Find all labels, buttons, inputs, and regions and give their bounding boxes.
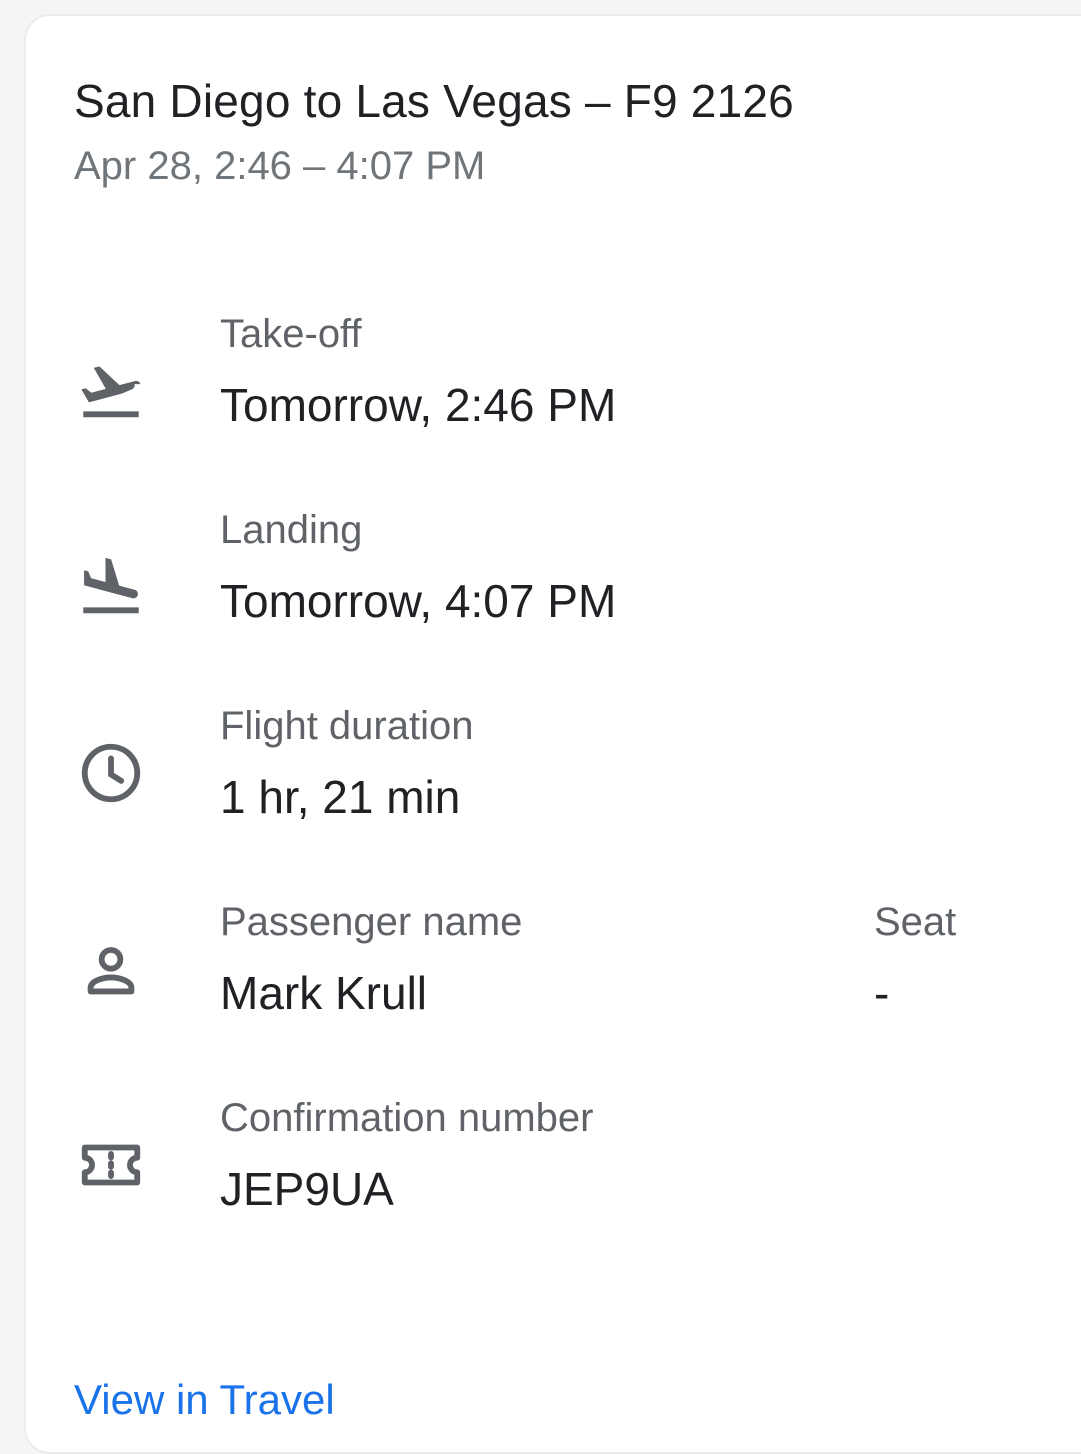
passenger-value: Mark Krull <box>220 967 428 1019</box>
takeoff-label: Take-off <box>220 312 362 356</box>
confirmation-value: JEP9UA <box>220 1163 394 1215</box>
passenger-label: Passenger name <box>220 900 523 944</box>
ticket-icon <box>76 1130 146 1200</box>
person-icon <box>76 936 146 1006</box>
flight-title: San Diego to Las Vegas – F9 2126 <box>74 75 794 127</box>
flight-takeoff-icon <box>76 356 146 426</box>
seat-value: - <box>874 967 890 1019</box>
landing-label: Landing <box>220 508 363 552</box>
flight-card: San Diego to Las Vegas – F9 2126 Apr 28,… <box>24 14 1081 1454</box>
flight-time-range: Apr 28, 2:46 – 4:07 PM <box>74 144 486 188</box>
seat-label: Seat <box>874 900 957 944</box>
clock-icon <box>76 738 146 808</box>
takeoff-value: Tomorrow, 2:46 PM <box>220 379 617 431</box>
confirmation-label: Confirmation number <box>220 1096 594 1140</box>
landing-value: Tomorrow, 4:07 PM <box>220 575 617 627</box>
view-in-travel-link[interactable]: View in Travel <box>74 1376 335 1424</box>
flight-land-icon <box>76 552 146 622</box>
duration-value: 1 hr, 21 min <box>220 771 461 823</box>
duration-label: Flight duration <box>220 704 474 748</box>
